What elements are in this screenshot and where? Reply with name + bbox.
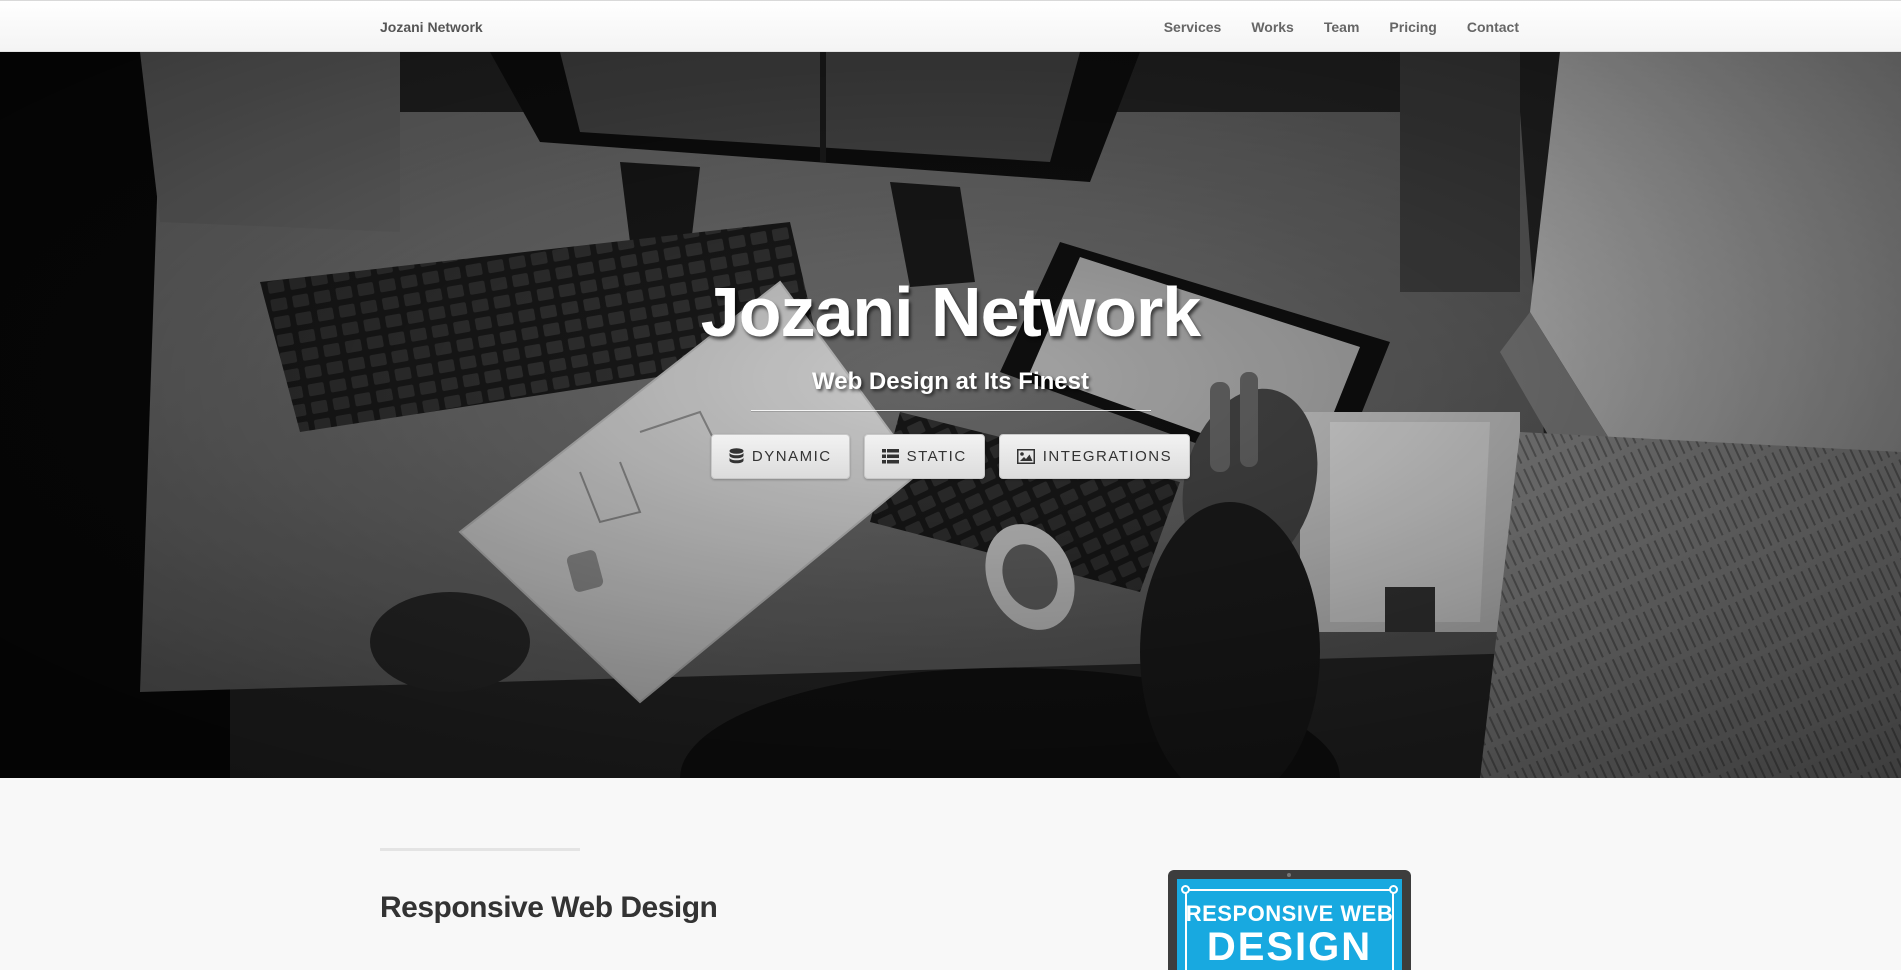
dynamic-button-label: Dynamic [751, 448, 832, 465]
rwd-corner-dot [1181, 885, 1190, 894]
nav-links: Services Works Team Pricing Contact [1134, 17, 1519, 37]
responsive-design-image: RESPONSIVE WEB DESIGN [1168, 870, 1411, 970]
top-navbar: Jozani Network Services Works Team Prici… [0, 0, 1901, 52]
nav-link-team[interactable]: Team [1324, 17, 1360, 37]
hero-title: Jozani Network [700, 273, 1201, 351]
section-divider [380, 848, 580, 851]
static-button[interactable]: Static [863, 434, 985, 479]
rwd-image-text-line1: RESPONSIVE WEB [1185, 901, 1394, 926]
database-icon [729, 448, 744, 465]
nav-link-services[interactable]: Services [1164, 17, 1222, 37]
static-button-label: Static [906, 448, 967, 465]
rwd-screen: RESPONSIVE WEB DESIGN [1177, 879, 1402, 970]
section-heading: Responsive Web Design [380, 891, 718, 924]
rwd-image-text-line2: DESIGN [1206, 925, 1373, 969]
hero-section: Jozani Network Web Design at Its Finest … [0, 52, 1901, 778]
integrations-button[interactable]: Integrations [998, 434, 1191, 479]
nav-link-pricing[interactable]: Pricing [1389, 17, 1436, 37]
monitor-camera [1287, 873, 1291, 877]
integrations-button-label: Integrations [1042, 448, 1173, 465]
brand-link[interactable]: Jozani Network [380, 17, 483, 37]
list-icon [881, 449, 899, 464]
nav-link-contact[interactable]: Contact [1467, 17, 1519, 37]
hero-subtitle: Web Design at Its Finest [812, 368, 1089, 395]
hero-button-group: Dynamic Static [0, 434, 1901, 479]
nav-link-works[interactable]: Works [1251, 17, 1294, 37]
dynamic-button[interactable]: Dynamic [710, 434, 850, 479]
services-section: Responsive Web Design RESPONSIVE WEB DES… [0, 778, 1901, 970]
rwd-corner-dot [1389, 885, 1398, 894]
hero-divider [750, 410, 1151, 412]
hero-content: Jozani Network Web Design at Its Finest … [0, 272, 1901, 479]
picture-icon [1016, 449, 1035, 464]
